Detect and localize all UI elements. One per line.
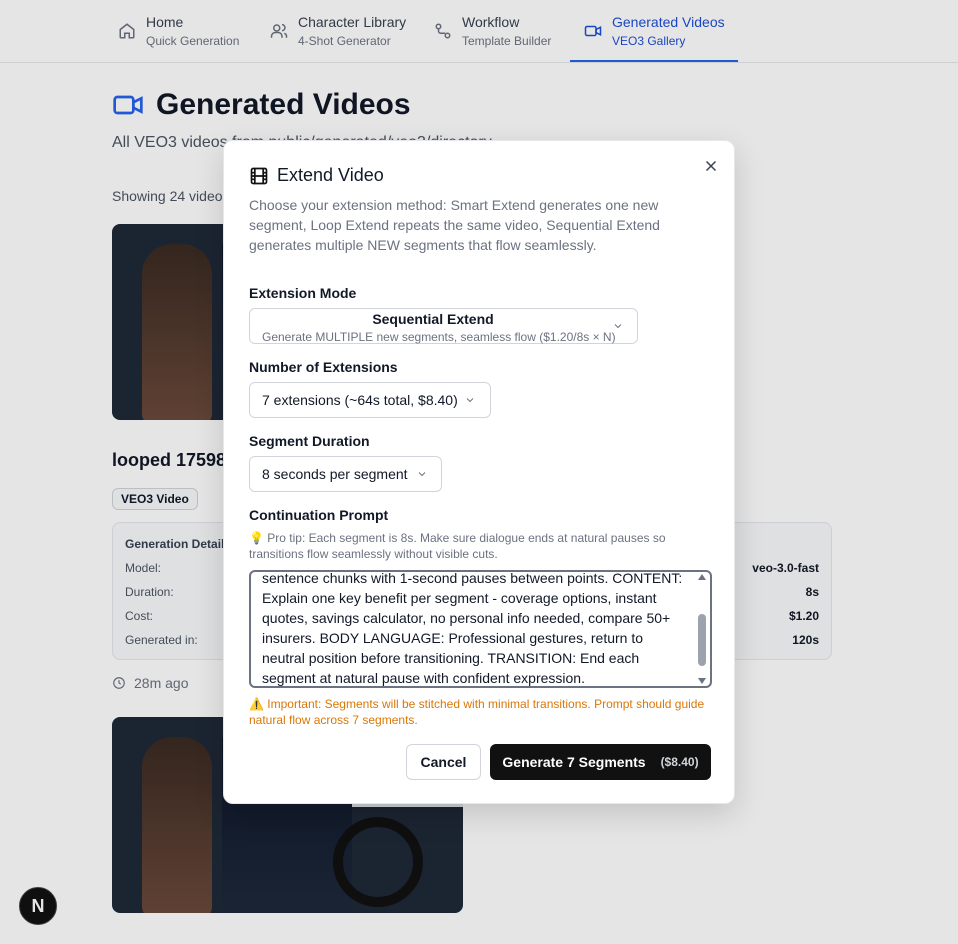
extensions-count-select[interactable]: 7 extensions (~64s total, $8.40): [249, 382, 491, 418]
scroll-down-icon[interactable]: [698, 678, 706, 684]
pro-tip: 💡 Pro tip: Each segment is 8s. Make sure…: [249, 531, 666, 561]
dialog-description: Choose your extension method: Smart Exte…: [249, 197, 660, 253]
textarea-scrollbar[interactable]: [696, 574, 708, 684]
extension-mode-value: Sequential Extend: [372, 311, 494, 327]
generate-button-price: ($8.40): [660, 755, 699, 769]
extension-mode-select[interactable]: Sequential Extend Generate MULTIPLE new …: [249, 308, 638, 344]
dialog-title: Extend Video: [249, 165, 384, 186]
continuation-prompt-textarea[interactable]: sentence chunks with 1-second pauses bet…: [249, 570, 712, 688]
generate-segments-button[interactable]: Generate 7 Segments ($8.40): [490, 744, 711, 780]
continuation-prompt-label: Continuation Prompt: [249, 507, 389, 523]
close-icon[interactable]: [702, 157, 720, 175]
chevron-down-icon: [466, 398, 474, 403]
film-icon: [250, 167, 268, 184]
chevron-down-icon: [614, 324, 622, 329]
extensions-count-value: 7 extensions (~64s total, $8.40): [262, 392, 458, 408]
scrollbar-thumb[interactable]: [698, 614, 706, 666]
segment-duration-value: 8 seconds per segment: [262, 466, 408, 482]
continuation-prompt-text: sentence chunks with 1-second pauses bet…: [262, 570, 683, 686]
extend-video-dialog: Extend Video Choose your extension metho…: [223, 140, 735, 804]
extension-mode-hint: Generate MULTIPLE new segments, seamless…: [262, 330, 616, 344]
dialog-title-text: Extend Video: [277, 165, 384, 185]
scroll-up-icon[interactable]: [698, 574, 706, 580]
extension-mode-label: Extension Mode: [249, 285, 357, 301]
segment-duration-select[interactable]: 8 seconds per segment: [249, 456, 442, 492]
warning-message: ⚠️ Important: Segments will be stitched …: [249, 697, 705, 727]
segment-duration-label: Segment Duration: [249, 433, 370, 449]
extensions-count-label: Number of Extensions: [249, 359, 398, 375]
chevron-down-icon: [418, 472, 426, 477]
cancel-button[interactable]: Cancel: [406, 744, 481, 780]
generate-button-label: Generate 7 Segments: [502, 754, 646, 770]
